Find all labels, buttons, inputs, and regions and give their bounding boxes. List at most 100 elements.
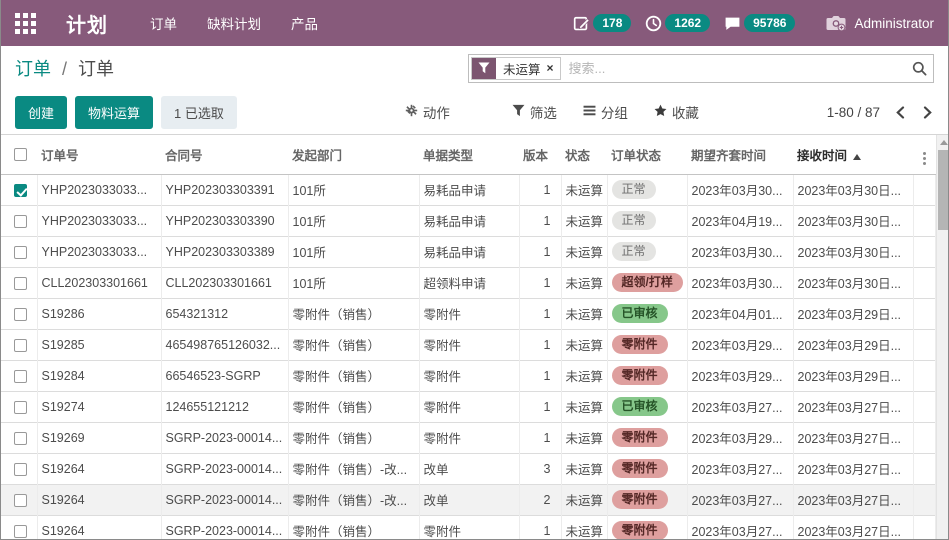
avatar-camera-icon [825, 13, 847, 33]
cell-expect-date: 2023年03月27... [687, 453, 793, 484]
header-doc-type[interactable]: 单据类型 [419, 135, 519, 174]
search-input[interactable] [561, 61, 912, 76]
cell-receive-date: 2023年03月27日... [793, 391, 913, 422]
header-order-no[interactable]: 订单号 [37, 135, 161, 174]
table-row[interactable]: YHP2023033033... YHP202303303390 101所 易耗… [1, 205, 935, 236]
action-menu[interactable]: 动作 [405, 102, 450, 122]
select-all-checkbox[interactable] [14, 148, 27, 161]
cell-trailing [913, 515, 935, 539]
row-checkbox[interactable] [14, 463, 27, 476]
row-checkbox-cell[interactable] [1, 329, 37, 360]
selected-count-button[interactable]: 1 已选取 [161, 96, 237, 129]
row-checkbox-cell[interactable] [1, 515, 37, 539]
header-version[interactable]: 版本 [519, 135, 561, 174]
table-row[interactable]: S19274 124655121212 零附件（销售） 零附件 1 未运算 已审… [1, 391, 935, 422]
cell-doc-type: 易耗品申请 [419, 174, 519, 205]
row-checkbox[interactable] [14, 525, 27, 538]
table-row[interactable]: S19264 SGRP-2023-00014... 零附件（销售）-改... 改… [1, 453, 935, 484]
cell-contract-no: YHP202303303390 [161, 205, 288, 236]
pager-previous-icon[interactable] [894, 106, 907, 119]
optional-columns-toggle[interactable] [913, 135, 935, 174]
menu-shortage-plan[interactable]: 缺料计划 [207, 13, 261, 33]
facet-remove-icon[interactable]: × [546, 58, 560, 79]
cell-order-state: 正常 [607, 174, 687, 205]
table-row[interactable]: S19269 SGRP-2023-00014... 零附件（销售） 零附件 1 … [1, 422, 935, 453]
row-checkbox[interactable] [14, 339, 27, 352]
row-checkbox-cell[interactable] [1, 267, 37, 298]
menu-orders[interactable]: 订单 [150, 13, 177, 33]
header-receive-date[interactable]: 接收时间 [793, 135, 913, 174]
row-checkbox[interactable] [14, 277, 27, 290]
header-status[interactable]: 状态 [561, 135, 607, 174]
order-state-badge: 正常 [612, 211, 656, 230]
cell-order-no: S19284 [37, 360, 161, 391]
row-checkbox-cell[interactable] [1, 422, 37, 453]
cell-trailing [913, 360, 935, 391]
row-checkbox[interactable] [14, 184, 27, 197]
select-all-checkbox-cell[interactable] [1, 135, 37, 174]
row-checkbox[interactable] [14, 308, 27, 321]
table-row[interactable]: S19284 66546523-SGRP 零附件（销售） 零附件 1 未运算 零… [1, 360, 935, 391]
row-checkbox[interactable] [14, 401, 27, 414]
cell-receive-date: 2023年03月30日... [793, 174, 913, 205]
table-row[interactable]: S19285 465498765126032... 零附件（销售） 零附件 1 … [1, 329, 935, 360]
row-checkbox-cell[interactable] [1, 236, 37, 267]
row-checkbox-cell[interactable] [1, 391, 37, 422]
row-checkbox-cell[interactable] [1, 298, 37, 329]
table-row[interactable]: S19286 654321312 零附件（销售） 零附件 1 未运算 已审核 2… [1, 298, 935, 329]
row-checkbox[interactable] [14, 370, 27, 383]
breadcrumb-current: 订单 [78, 59, 114, 79]
activities-counter[interactable]: 1262 [645, 14, 710, 32]
create-button[interactable]: 创建 [15, 96, 67, 129]
row-checkbox[interactable] [14, 494, 27, 507]
row-checkbox-cell[interactable] [1, 360, 37, 391]
cell-order-state: 零附件 [607, 422, 687, 453]
cell-order-state: 零附件 [607, 329, 687, 360]
cell-expect-date: 2023年03月29... [687, 360, 793, 391]
user-menu[interactable]: Administrator [825, 13, 934, 33]
row-checkbox-cell[interactable] [1, 484, 37, 515]
header-expect-date[interactable]: 期望齐套时间 [687, 135, 793, 174]
row-checkbox-cell[interactable] [1, 453, 37, 484]
favorites-menu[interactable]: 收藏 [654, 102, 699, 122]
cell-expect-date: 2023年03月27... [687, 515, 793, 539]
control-panel-top: 订单 / 订单 未运算 × [1, 46, 948, 90]
table-row[interactable]: YHP2023033033... YHP202303303391 101所 易耗… [1, 174, 935, 205]
gear-icon [405, 104, 418, 120]
pager-next-icon[interactable] [921, 106, 934, 119]
cell-receive-date: 2023年03月29日... [793, 329, 913, 360]
row-checkbox-cell[interactable] [1, 174, 37, 205]
list-view: 订单号 合同号 发起部门 单据类型 版本 状态 订单状态 期望齐套时间 接收时间… [1, 134, 948, 539]
activities-count-badge: 1262 [665, 14, 710, 32]
vertical-scrollbar[interactable] [936, 135, 949, 539]
material-compute-button[interactable]: 物料运算 [75, 96, 153, 129]
order-state-badge: 零附件 [612, 459, 668, 478]
apps-grid-icon[interactable] [15, 13, 36, 34]
row-checkbox[interactable] [14, 215, 27, 228]
header-contract-no[interactable]: 合同号 [161, 135, 288, 174]
cell-contract-no: YHP202303303391 [161, 174, 288, 205]
cell-doc-type: 改单 [419, 453, 519, 484]
cell-trailing [913, 329, 935, 360]
table-row[interactable]: YHP2023033033... YHP202303303389 101所 易耗… [1, 236, 935, 267]
row-checkbox[interactable] [14, 246, 27, 259]
table-row[interactable]: S19264 SGRP-2023-00014... 零附件（销售）-改... 改… [1, 484, 935, 515]
row-checkbox[interactable] [14, 432, 27, 445]
cell-contract-no: SGRP-2023-00014... [161, 484, 288, 515]
cell-version: 2 [519, 484, 561, 515]
messages-counter[interactable]: 95786 [724, 14, 795, 32]
header-department[interactable]: 发起部门 [288, 135, 419, 174]
scrollbar-thumb[interactable] [938, 150, 948, 230]
scroll-up-arrow-icon[interactable] [940, 140, 948, 145]
menu-products[interactable]: 产品 [291, 13, 318, 33]
row-checkbox-cell[interactable] [1, 205, 37, 236]
search-icon[interactable] [912, 61, 927, 76]
groupby-menu[interactable]: 分组 [583, 102, 628, 122]
table-row[interactable]: S19264 SGRP-2023-00014... 零附件（销售） 零附件 1 … [1, 515, 935, 539]
header-order-state[interactable]: 订单状态 [607, 135, 687, 174]
table-row[interactable]: CLL202303301661 CLL202303301661 101所 超领料… [1, 267, 935, 298]
breadcrumb-parent[interactable]: 订单 [15, 59, 51, 79]
filters-menu[interactable]: 筛选 [512, 102, 557, 122]
notes-counter[interactable]: 178 [573, 14, 631, 32]
top-navbar: 计划 订单 缺料计划 产品 178 1262 [1, 0, 948, 46]
